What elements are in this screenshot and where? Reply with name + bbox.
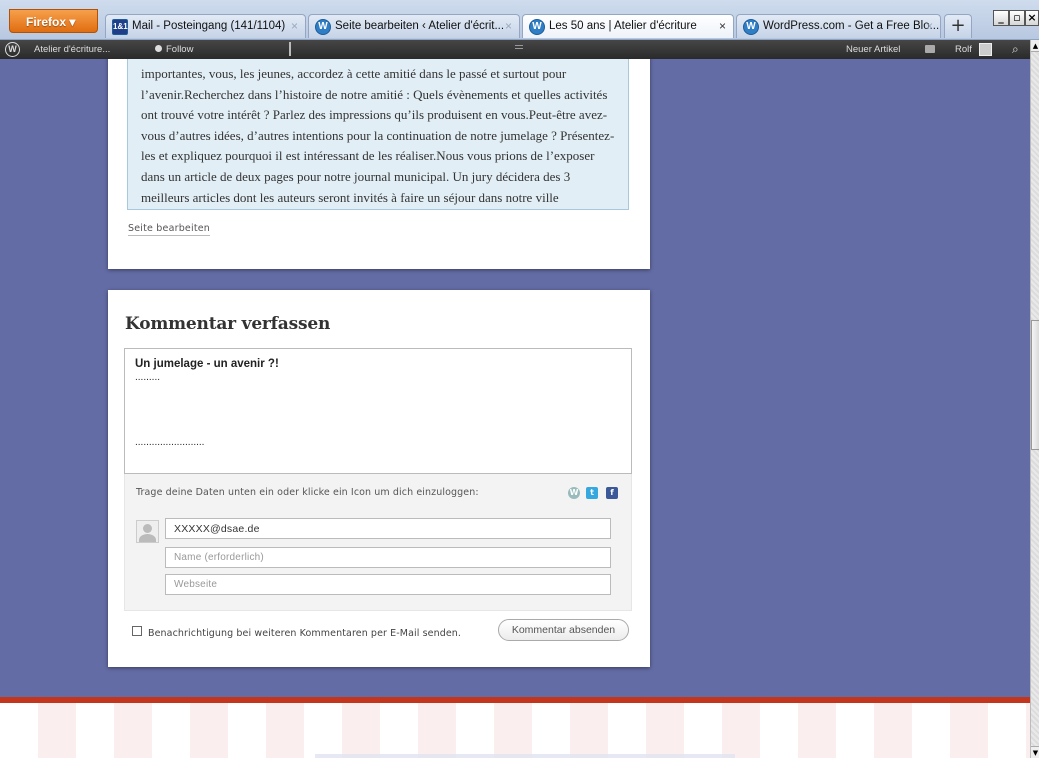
comment-textarea[interactable]: Un jumelage - un avenir ?! ......... ...… [124,348,632,474]
login-prompt: Trage deine Daten unten ein oder klicke … [136,487,479,498]
wordpress-logo-icon[interactable]: W [5,42,20,57]
follow-button[interactable]: Follow [155,44,193,55]
tab-label: Les 50 ans | Atelier d'écriture [549,20,697,32]
user-avatar[interactable] [979,43,992,56]
post-excerpt: importantes, vous, les jeunes, accordez … [127,59,629,210]
maximize-button[interactable]: ▫ [1009,10,1025,26]
close-tab-icon[interactable]: × [291,19,298,33]
tab-label: Seite bearbeiten ‹ Atelier d'écrit... [335,20,505,32]
close-window-button[interactable]: × [1025,10,1039,26]
subscribe-checkbox[interactable] [132,626,142,636]
wordpress-icon: W [315,19,331,35]
comment-text-line: ......................... [135,437,205,448]
close-tab-icon[interactable]: × [719,19,726,33]
name-field[interactable]: Name (erforderlich) [165,547,611,568]
tab-seite-bearbeiten[interactable]: W Seite bearbeiten ‹ Atelier d'écrit... … [308,14,520,38]
menu-icon[interactable] [515,45,523,46]
firefox-menu-button[interactable]: Firefox ▾ [9,9,98,33]
tab-wordpress-com[interactable]: W WordPress.com - Get a Free Blo... × [736,14,941,38]
comment-text-title: Un jumelage - un avenir ?! [135,358,279,370]
page-content: importantes, vous, les jeunes, accordez … [0,59,1030,758]
scroll-down-arrow-icon[interactable]: ▼ [1031,746,1039,758]
wordpress-icon: W [743,19,759,35]
browser-tab-strip: Firefox ▾ 1&1 Mail - Posteingang (141/11… [0,0,1039,40]
gravatar-avatar [136,520,159,543]
submit-comment-button[interactable]: Kommentar absenden [498,619,629,641]
new-tab-button[interactable]: + [944,14,972,38]
close-tab-icon[interactable]: × [926,19,933,33]
notifications-icon[interactable] [925,45,935,53]
footer [0,703,1030,758]
email-field[interactable]: XXXXX@dsae.de [165,518,611,539]
new-post-link[interactable]: Neuer Artikel [846,44,900,55]
admin-site-name[interactable]: Atelier d'écriture... [34,44,110,55]
reply-title: Kommentar verfassen [125,314,331,334]
close-tab-icon[interactable]: × [505,19,512,33]
website-field[interactable]: Webseite [165,574,611,595]
edit-page-link[interactable]: Seite bearbeiten [128,223,211,236]
search-icon[interactable]: ⌕ [1012,42,1019,57]
identity-section: Trage deine Daten unten ein oder klicke … [124,474,632,611]
subscribe-label: Benachrichtigung bei weiteren Kommentare… [148,628,462,639]
mail-icon: 1&1 [112,19,128,35]
footer-text-hint [315,754,735,758]
twitter-icon[interactable]: t [586,487,598,499]
follow-icon [155,45,162,52]
wp-admin-bar: W Atelier d'écriture... Follow Neuer Art… [0,40,1030,59]
wordpress-icon: W [529,19,545,35]
minimize-button[interactable]: _ [993,10,1009,26]
tab-les-50-ans[interactable]: W Les 50 ans | Atelier d'écriture × [522,14,734,38]
comment-form: Kommentar verfassen Un jumelage - un ave… [108,290,650,667]
tab-mail[interactable]: 1&1 Mail - Posteingang (141/1104) × [105,14,306,38]
admin-bar-divider [289,42,291,56]
tab-label: WordPress.com - Get a Free Blo... [763,20,940,32]
user-name[interactable]: Rolf [955,44,972,55]
post-card: importantes, vous, les jeunes, accordez … [108,59,650,269]
tab-label: Mail - Posteingang (141/1104) [132,20,286,32]
vertical-scrollbar[interactable]: ▲ ▼ [1030,40,1039,758]
comment-text-line: ......... [135,372,161,383]
facebook-icon[interactable]: f [606,487,618,499]
scroll-up-arrow-icon[interactable]: ▲ [1031,40,1039,52]
scroll-thumb[interactable] [1031,320,1039,450]
wordpress-login-icon[interactable]: W [568,487,580,499]
